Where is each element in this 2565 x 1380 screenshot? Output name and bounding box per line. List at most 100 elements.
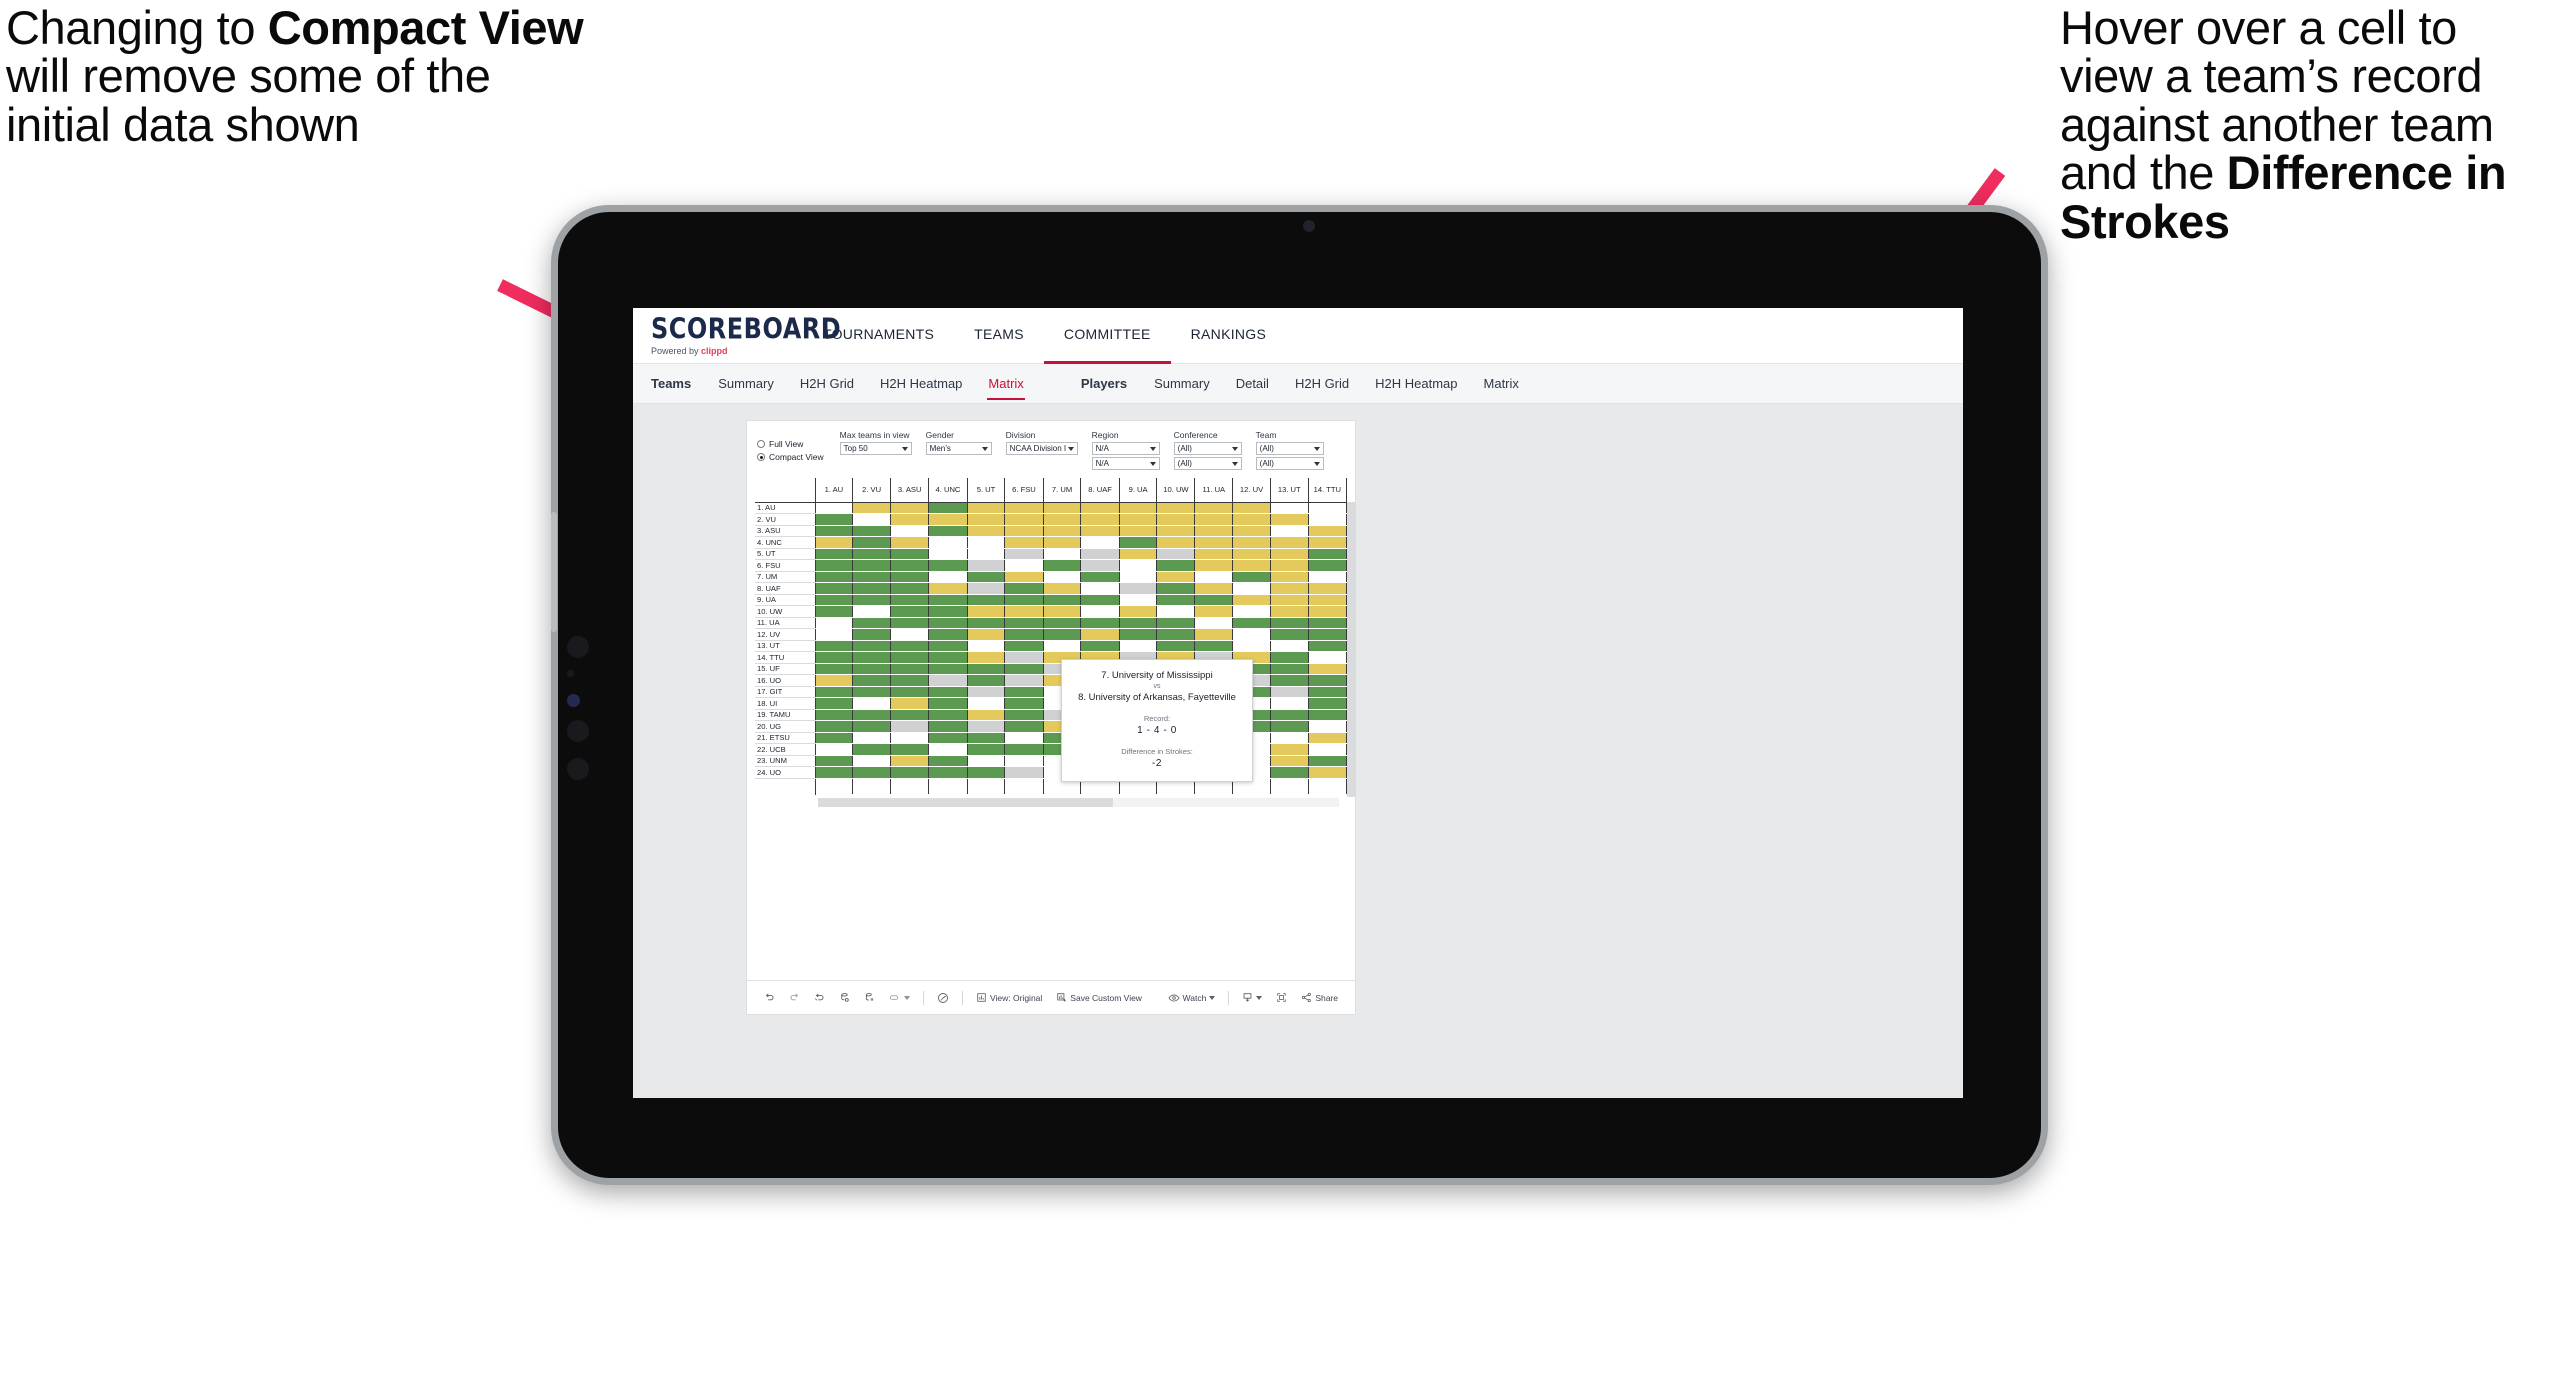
matrix-cell[interactable] xyxy=(1156,502,1196,514)
matrix-cell[interactable] xyxy=(928,502,968,514)
redo-icon[interactable] xyxy=(782,992,807,1003)
brand-logo[interactable]: SCOREBOARD Powered by clippd xyxy=(633,315,841,356)
matrix-cell[interactable] xyxy=(1004,617,1044,629)
matrix-cell[interactable] xyxy=(1232,559,1271,572)
matrix-cell[interactable] xyxy=(967,697,1006,710)
matrix-cell[interactable] xyxy=(1156,525,1196,537)
matrix-cell[interactable] xyxy=(928,525,968,537)
subnav-tab-players-detail[interactable]: Detail xyxy=(1223,376,1282,391)
matrix-column-header[interactable]: 10. UW xyxy=(1156,478,1196,503)
matrix-cell[interactable] xyxy=(1194,582,1234,595)
pan-dropdown[interactable] xyxy=(882,993,917,1002)
matrix-cell[interactable] xyxy=(815,674,854,687)
matrix-cell[interactable] xyxy=(852,617,891,629)
matrix-row-header[interactable]: 22. UCB xyxy=(755,743,816,756)
matrix-cell[interactable] xyxy=(815,663,854,675)
matrix-cell[interactable] xyxy=(1270,640,1309,652)
matrix-cell[interactable] xyxy=(1270,651,1309,664)
matrix-row-header[interactable]: 20. UG xyxy=(755,720,816,733)
matrix-row-header[interactable]: 18. UI xyxy=(755,697,816,710)
matrix-cell[interactable] xyxy=(815,651,854,664)
matrix-cell[interactable] xyxy=(852,594,891,606)
matrix-cell[interactable] xyxy=(1156,559,1196,572)
matrix-cell[interactable] xyxy=(1043,594,1082,606)
matrix-cell[interactable] xyxy=(1194,605,1234,618)
subnav-tab-teams-matrix[interactable]: Matrix xyxy=(975,376,1036,400)
matrix-cell[interactable] xyxy=(928,582,968,595)
matrix-cell[interactable] xyxy=(852,697,891,710)
matrix-cell[interactable] xyxy=(1004,686,1044,698)
matrix-cell[interactable] xyxy=(815,686,854,698)
matrix-cell[interactable] xyxy=(1004,674,1044,687)
matrix-cell[interactable] xyxy=(1270,582,1309,595)
matrix-row-header[interactable]: 7. UM xyxy=(755,571,816,583)
matrix-cell[interactable] xyxy=(928,536,968,549)
matrix-cell[interactable] xyxy=(1119,628,1158,641)
matrix-cell[interactable] xyxy=(967,663,1006,675)
matrix-cell[interactable] xyxy=(852,651,891,664)
matrix-cell[interactable] xyxy=(890,571,930,583)
matrix-cell[interactable] xyxy=(1308,525,1348,537)
matrix-cell[interactable] xyxy=(928,697,968,710)
matrix-cell[interactable] xyxy=(890,755,930,767)
matrix-cell[interactable] xyxy=(1270,697,1309,710)
matrix-cell[interactable] xyxy=(890,674,930,687)
matrix-cell[interactable] xyxy=(1043,513,1082,526)
matrix-cell[interactable] xyxy=(1119,571,1158,583)
matrix-cell[interactable] xyxy=(1270,686,1309,698)
matrix-cell[interactable] xyxy=(890,720,930,733)
matrix-cell[interactable] xyxy=(1232,548,1271,560)
filter-select-gender[interactable]: Men’s xyxy=(925,442,992,455)
matrix-cell[interactable] xyxy=(1194,640,1234,652)
topnav-item-rankings[interactable]: RANKINGS xyxy=(1171,308,1287,364)
matrix-cell[interactable] xyxy=(1270,571,1309,583)
matrix-cell[interactable] xyxy=(815,617,854,629)
matrix-cell[interactable] xyxy=(852,605,891,618)
matrix-cell[interactable] xyxy=(1270,525,1309,537)
filter-select-division[interactable]: NCAA Division I xyxy=(1005,442,1078,455)
matrix-cell[interactable] xyxy=(967,571,1006,583)
revert-icon[interactable] xyxy=(807,992,832,1003)
matrix-cell[interactable] xyxy=(1004,605,1044,618)
matrix-cell[interactable] xyxy=(1232,571,1271,583)
matrix-cell[interactable] xyxy=(1194,548,1234,560)
matrix-cell[interactable] xyxy=(852,686,891,698)
matrix-cell[interactable] xyxy=(815,548,854,560)
matrix-cell[interactable] xyxy=(815,513,854,526)
matrix-cell[interactable] xyxy=(890,686,930,698)
matrix-cell[interactable] xyxy=(815,697,854,710)
matrix-cell[interactable] xyxy=(928,628,968,641)
matrix-cell[interactable] xyxy=(928,605,968,618)
matrix-cell[interactable] xyxy=(1232,617,1271,629)
matrix-cell[interactable] xyxy=(1119,513,1158,526)
matrix-cell[interactable] xyxy=(1043,548,1082,560)
matrix-cell[interactable] xyxy=(1043,502,1082,514)
matrix-column-header[interactable]: 4. UNC xyxy=(928,478,968,503)
matrix-cell[interactable] xyxy=(1308,582,1348,595)
matrix-cell[interactable] xyxy=(1156,594,1196,606)
matrix-cell[interactable] xyxy=(890,582,930,595)
matrix-cell[interactable] xyxy=(1080,617,1120,629)
subnav-tab-teams-summary[interactable]: Summary xyxy=(705,376,787,391)
matrix-cell[interactable] xyxy=(1119,582,1158,595)
matrix-cell[interactable] xyxy=(1119,594,1158,606)
matrix-cell[interactable] xyxy=(890,513,930,526)
matrix-cell[interactable] xyxy=(852,663,891,675)
matrix-cell[interactable] xyxy=(1043,617,1082,629)
matrix-cell[interactable] xyxy=(1080,628,1120,641)
matrix-cell[interactable] xyxy=(928,755,968,767)
matrix-cell[interactable] xyxy=(815,755,854,767)
matrix-cell[interactable] xyxy=(852,674,891,687)
matrix-cell[interactable] xyxy=(1156,548,1196,560)
matrix-cell[interactable] xyxy=(1194,617,1234,629)
matrix-cell[interactable] xyxy=(815,525,854,537)
matrix-cell[interactable] xyxy=(967,651,1006,664)
undo-icon[interactable] xyxy=(757,992,782,1003)
matrix-cell[interactable] xyxy=(1156,640,1196,652)
filter-select-conference-1[interactable]: (All) xyxy=(1173,442,1242,455)
matrix-cell[interactable] xyxy=(1080,525,1120,537)
matrix-cell[interactable] xyxy=(852,766,891,779)
matrix-cell[interactable] xyxy=(815,720,854,733)
matrix-cell[interactable] xyxy=(890,525,930,537)
matrix-row-header[interactable]: 10. UW xyxy=(755,605,816,618)
